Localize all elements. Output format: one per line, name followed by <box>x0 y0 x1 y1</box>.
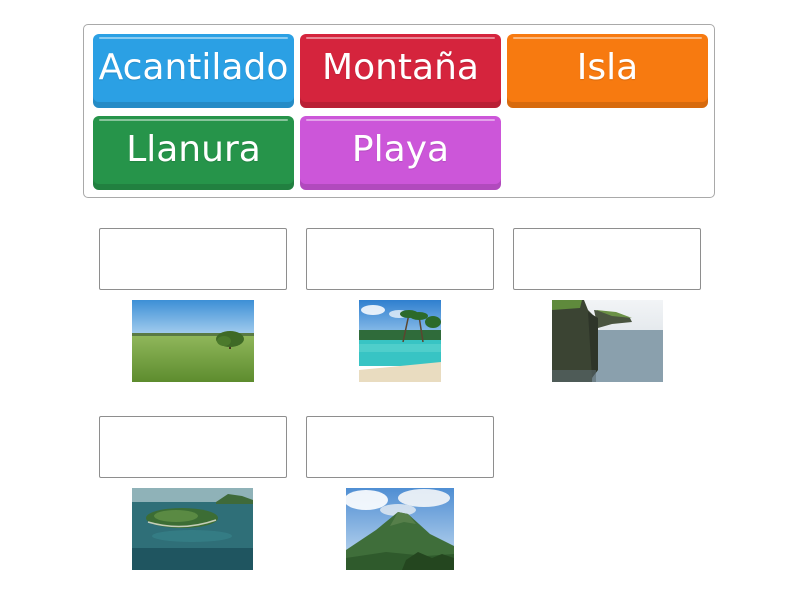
drop-zone-4[interactable] <box>99 416 287 478</box>
word-bank: Acantilado Montaña Isla Llanura Playa <box>83 24 715 198</box>
drop-zone-3[interactable] <box>513 228 701 290</box>
tile-acantilado[interactable]: Acantilado <box>93 34 294 108</box>
drop-zone-1[interactable] <box>99 228 287 290</box>
plain-photo <box>132 300 254 382</box>
tile-montana[interactable]: Montaña <box>300 34 501 108</box>
drop-zone-5[interactable] <box>306 416 494 478</box>
mountain-photo <box>346 488 454 570</box>
tile-llanura[interactable]: Llanura <box>93 116 294 190</box>
beach-photo <box>359 300 441 382</box>
tile-isla[interactable]: Isla <box>507 34 708 108</box>
island-photo <box>132 488 253 570</box>
cliff-photo <box>552 300 663 382</box>
drop-zone-2[interactable] <box>306 228 494 290</box>
tile-playa[interactable]: Playa <box>300 116 501 190</box>
